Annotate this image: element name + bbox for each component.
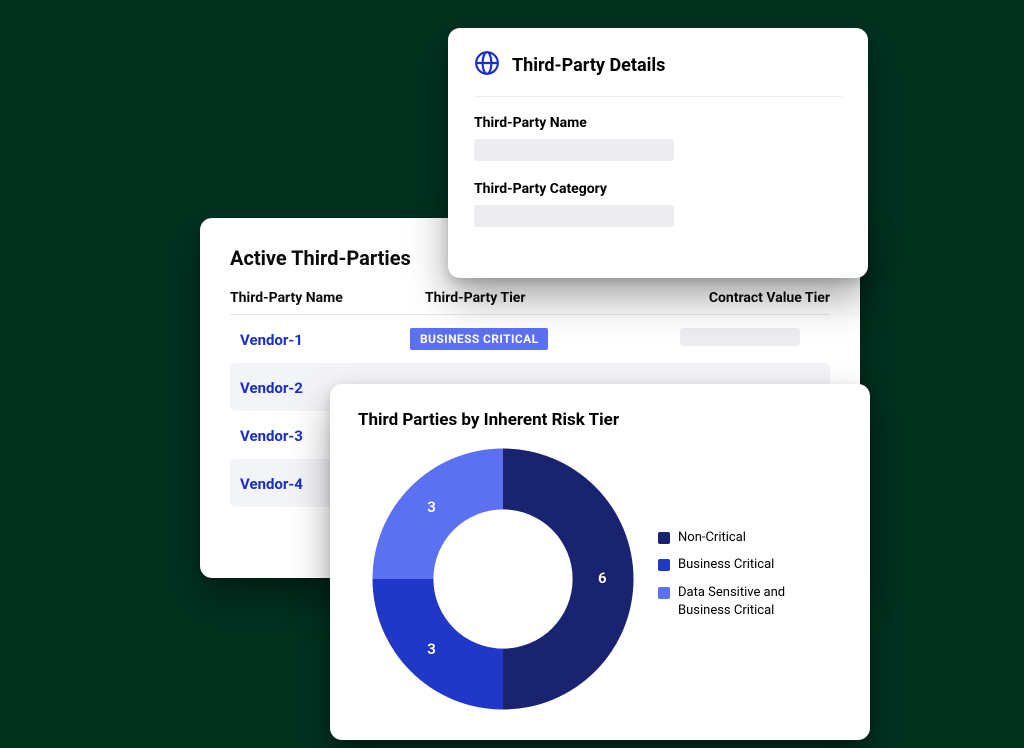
legend-swatch (658, 587, 670, 599)
donut-value-label: 3 (427, 640, 436, 658)
legend-label: Data Sensitive and Business Critical (678, 584, 808, 619)
globe-icon (474, 50, 500, 80)
third-party-category-input[interactable] (474, 205, 674, 227)
col-header-name: Third-Party Name (230, 290, 410, 306)
vendor-link[interactable]: Vendor-3 (240, 427, 303, 445)
tier-badge: BUSINESS CRITICAL (410, 328, 548, 350)
legend-label: Business Critical (678, 556, 774, 574)
table-row[interactable]: Vendor-1 BUSINESS CRITICAL (230, 315, 830, 363)
legend-item: Data Sensitive and Business Critical (658, 584, 808, 619)
details-title: Third-Party Details (512, 55, 665, 76)
chart-legend: Non-Critical Business Critical Data Sensit… (658, 529, 808, 629)
third-party-name-input[interactable] (474, 139, 674, 161)
field-label-category: Third-Party Category (474, 181, 842, 197)
table-header: Third-Party Name Third-Party Tier Contra… (230, 290, 830, 315)
legend-label: Non-Critical (678, 529, 746, 547)
legend-item: Non-Critical (658, 529, 808, 547)
donut-segment[interactable] (503, 449, 634, 710)
col-header-tier: Third-Party Tier (425, 290, 645, 306)
legend-swatch (658, 559, 670, 571)
vendor-link[interactable]: Vendor-2 (240, 379, 303, 397)
contract-value-placeholder (680, 328, 800, 346)
donut-value-label: 6 (598, 569, 607, 587)
risk-tier-chart-card: Third Parties by Inherent Risk Tier 633 … (330, 384, 870, 740)
chart-title: Third Parties by Inherent Risk Tier (358, 410, 842, 430)
vendor-link[interactable]: Vendor-1 (240, 331, 303, 349)
col-header-contract-value: Contract Value Tier (660, 290, 830, 306)
donut-chart: 6 3 3 (358, 434, 648, 724)
donut-value-label: 3 (427, 498, 436, 516)
vendor-link[interactable]: Vendor-4 (240, 475, 303, 493)
legend-item: Business Critical (658, 556, 808, 574)
third-party-details-card: Third-Party Details Third-Party Name Thi… (448, 28, 868, 278)
field-label-name: Third-Party Name (474, 115, 842, 131)
legend-swatch (658, 532, 670, 544)
donut-segment[interactable] (373, 579, 504, 710)
donut-segment[interactable] (373, 449, 504, 580)
